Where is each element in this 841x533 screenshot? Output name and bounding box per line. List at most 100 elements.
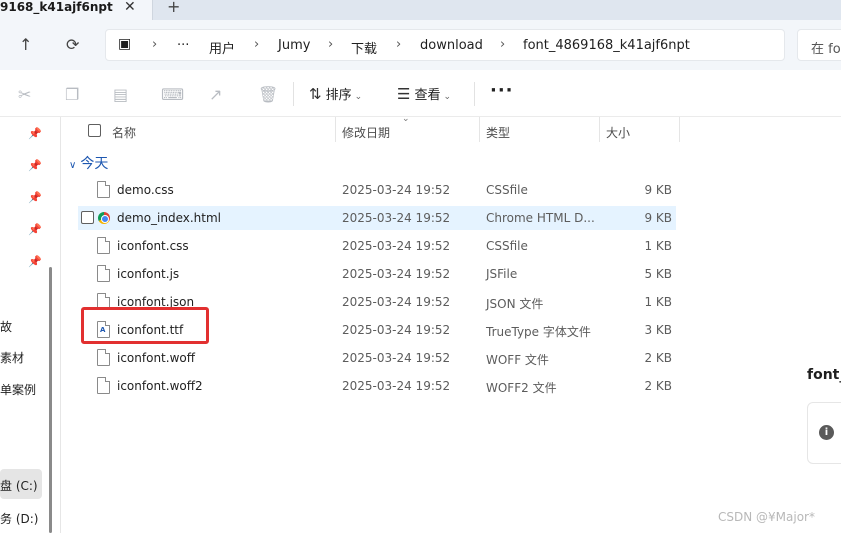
file-type: Chrome HTML D... bbox=[486, 211, 595, 225]
chevron-right-icon[interactable]: › bbox=[500, 37, 505, 52]
nav-item-drive-d[interactable]: 务 (D:) bbox=[0, 510, 38, 527]
file-size: 9 KB bbox=[644, 183, 672, 197]
file-name: demo_index.html bbox=[117, 211, 222, 225]
select-all-checkbox[interactable] bbox=[88, 124, 101, 137]
rename-icon[interactable]: ⌨ bbox=[161, 85, 184, 104]
group-header-today[interactable]: ∨ 今天 bbox=[69, 153, 108, 173]
table-row[interactable]: iconfont.woff2 2025-03-24 19:52 WOFF2 文件… bbox=[78, 374, 676, 398]
column-header-size[interactable]: 大小 bbox=[606, 124, 630, 141]
table-row[interactable]: iconfont.css 2025-03-24 19:52 CSSfile 1 … bbox=[78, 234, 676, 258]
table-row[interactable]: demo_index.html 2025-03-24 19:52 Chrome … bbox=[78, 206, 676, 230]
breadcrumb[interactable]: ▣ › ··· 用户 › Jumy › 下载 › download › font… bbox=[105, 29, 785, 61]
breadcrumb-item-font-folder[interactable]: font_4869168_k41ajf6npt bbox=[523, 38, 690, 53]
row-checkbox[interactable] bbox=[81, 211, 94, 224]
file-name: iconfont.css bbox=[117, 239, 189, 253]
chevron-right-icon[interactable]: › bbox=[152, 37, 157, 52]
column-header-name[interactable]: 名称 bbox=[112, 124, 136, 141]
nav-item-assets[interactable]: 素材 bbox=[0, 349, 24, 366]
file-size: 3 KB bbox=[644, 323, 672, 337]
up-arrow-icon[interactable]: ↑ bbox=[19, 35, 32, 54]
breadcrumb-more[interactable]: ··· bbox=[177, 38, 189, 53]
copy-icon[interactable]: ❐ bbox=[65, 85, 79, 104]
sort-icon: ⇅ bbox=[309, 85, 322, 103]
chevron-down-icon: ⌄ bbox=[354, 92, 363, 102]
column-divider[interactable] bbox=[599, 117, 600, 142]
watermark: CSDN @¥Major* bbox=[718, 510, 815, 524]
details-preview bbox=[785, 117, 841, 337]
file-modified: 2025-03-24 19:52 bbox=[342, 239, 451, 253]
chevron-right-icon[interactable]: › bbox=[254, 37, 259, 52]
file-modified: 2025-03-24 19:52 bbox=[342, 295, 451, 309]
nav-scrollbar[interactable] bbox=[49, 267, 52, 533]
toolbar-divider bbox=[293, 82, 294, 106]
file-name: iconfont.woff2 bbox=[117, 379, 203, 393]
view-list-icon: ☰ bbox=[397, 85, 411, 103]
share-icon[interactable]: ↗ bbox=[209, 85, 222, 104]
column-header-modified[interactable]: 修改日期 bbox=[342, 124, 390, 141]
file-size: 5 KB bbox=[644, 267, 672, 281]
file-modified: 2025-03-24 19:52 bbox=[342, 379, 451, 393]
file-icon bbox=[97, 265, 110, 282]
breadcrumb-item-downloads[interactable]: 下载 bbox=[351, 38, 377, 57]
file-size: 1 KB bbox=[644, 239, 672, 253]
file-type: WOFF2 文件 bbox=[486, 381, 557, 395]
table-row[interactable]: iconfont.js 2025-03-24 19:52 JSFile 5 KB bbox=[78, 262, 676, 286]
pin-icon[interactable]: 📌 bbox=[28, 127, 42, 140]
file-size: 2 KB bbox=[644, 351, 672, 365]
annotation-highlight-box bbox=[81, 307, 209, 344]
file-modified: 2025-03-24 19:52 bbox=[342, 267, 451, 281]
close-icon[interactable]: ✕ bbox=[124, 0, 136, 15]
pin-icon[interactable]: 📌 bbox=[28, 223, 42, 236]
file-type: JSON 文件 bbox=[486, 297, 544, 311]
table-row[interactable]: demo.css 2025-03-24 19:52 CSSfile 9 KB bbox=[78, 178, 676, 202]
pin-icon[interactable]: 📌 bbox=[28, 159, 42, 172]
column-divider[interactable] bbox=[335, 117, 336, 142]
column-divider[interactable] bbox=[679, 117, 680, 142]
command-bar: ✂ ❐ ▤ ⌨ ↗ 🗑 ⇅ 排序 ⌄ ☰ 查看 ⌄ ··· bbox=[0, 70, 841, 117]
chevron-down-icon: ∨ bbox=[69, 160, 77, 171]
refresh-icon[interactable]: ⟳ bbox=[66, 35, 79, 54]
paste-icon[interactable]: ▤ bbox=[113, 85, 128, 104]
address-row: ↑ ⟳ ▣ › ··· 用户 › Jumy › 下载 › download › … bbox=[0, 20, 841, 70]
nav-item-drive-c[interactable]: 盘 (C:) bbox=[0, 477, 38, 494]
sort-caret-icon: ⌄ bbox=[402, 114, 410, 124]
view-button[interactable]: ☰ 查看 ⌄ bbox=[397, 84, 451, 103]
nav-item-quick-access[interactable]: 故 bbox=[0, 318, 12, 335]
file-type: JSFile bbox=[486, 267, 518, 281]
file-size: 9 KB bbox=[644, 211, 672, 225]
file-type: CSSfile bbox=[486, 183, 528, 197]
column-header-type[interactable]: 类型 bbox=[486, 124, 510, 141]
delete-icon[interactable]: 🗑 bbox=[258, 85, 278, 104]
pin-icon[interactable]: 📌 bbox=[28, 191, 42, 204]
sort-button[interactable]: ⇅ 排序 ⌄ bbox=[309, 84, 362, 103]
search-placeholder: 在 fo bbox=[811, 42, 841, 57]
breadcrumb-item-jumy[interactable]: Jumy bbox=[278, 38, 310, 53]
table-row[interactable]: iconfont.woff 2025-03-24 19:52 WOFF 文件 2… bbox=[78, 346, 676, 370]
file-icon bbox=[97, 181, 110, 198]
search-input[interactable]: 在 fo bbox=[797, 29, 841, 61]
column-divider[interactable] bbox=[479, 117, 480, 142]
file-type: CSSfile bbox=[486, 239, 528, 253]
nav-item-examples[interactable]: 单案例 bbox=[0, 381, 36, 398]
new-tab-icon[interactable]: + bbox=[167, 0, 180, 16]
cut-icon[interactable]: ✂ bbox=[18, 85, 31, 104]
more-options-icon[interactable]: ··· bbox=[490, 80, 514, 101]
file-size: 1 KB bbox=[644, 295, 672, 309]
pin-icon[interactable]: 📌 bbox=[28, 255, 42, 268]
file-icon bbox=[97, 349, 110, 366]
tab-current-folder[interactable]: 9168_k41ajf6npt ✕ bbox=[0, 0, 153, 20]
view-label: 查看 bbox=[414, 88, 441, 103]
computer-icon[interactable]: ▣ bbox=[118, 36, 131, 52]
file-modified: 2025-03-24 19:52 bbox=[342, 211, 451, 225]
details-pane: font_ i bbox=[785, 117, 841, 533]
breadcrumb-item-download[interactable]: download bbox=[420, 38, 483, 53]
info-icon: i bbox=[819, 425, 834, 440]
chevron-right-icon[interactable]: › bbox=[396, 37, 401, 52]
group-label: 今天 bbox=[80, 156, 109, 172]
chrome-icon bbox=[98, 212, 110, 224]
chevron-right-icon[interactable]: › bbox=[328, 37, 333, 52]
file-icon bbox=[97, 377, 110, 394]
breadcrumb-item-users[interactable]: 用户 bbox=[209, 38, 235, 57]
details-file-name: font_ bbox=[807, 367, 841, 383]
chevron-down-icon: ⌄ bbox=[443, 92, 452, 102]
